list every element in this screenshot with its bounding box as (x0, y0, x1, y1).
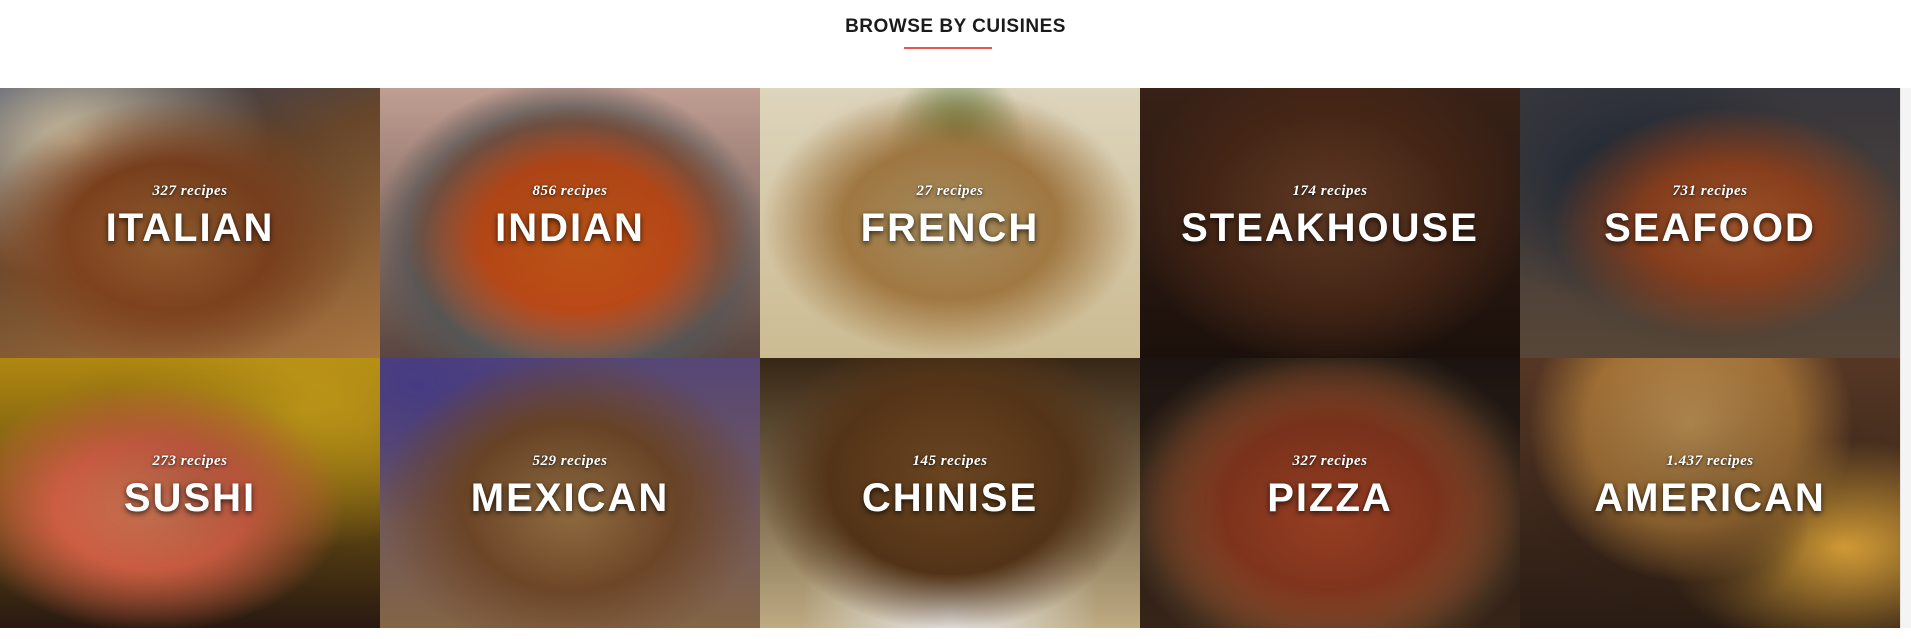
recipe-count: 856 recipes (532, 183, 608, 199)
cuisine-name: ITALIAN (105, 206, 275, 250)
recipe-count: 327 recipes (152, 183, 228, 199)
cuisine-name: CHINISE (861, 476, 1039, 520)
cuisine-tile-mexican[interactable]: 529 recipes MEXICAN (380, 358, 760, 628)
scrollbar-track[interactable] (1900, 88, 1911, 628)
cuisine-tile-chinise[interactable]: 145 recipes CHINISE (760, 358, 1140, 628)
recipe-count: 273 recipes (152, 453, 228, 469)
cuisine-tile-italian[interactable]: 327 recipes ITALIAN (0, 88, 380, 358)
recipe-count: 529 recipes (532, 453, 608, 469)
cuisine-tile-french[interactable]: 27 recipes FRENCH (760, 88, 1140, 358)
cuisine-name: AMERICAN (1594, 476, 1826, 520)
cuisine-grid: 327 recipes ITALIAN 856 recipes INDIAN 2… (0, 88, 1900, 628)
cuisine-tile-steakhouse[interactable]: 174 recipes STEAKHOUSE (1140, 88, 1520, 358)
cuisine-name: MEXICAN (470, 476, 670, 520)
cuisine-tile-pizza[interactable]: 327 recipes PIZZA (1140, 358, 1520, 628)
cuisine-name: STEAKHOUSE (1181, 206, 1479, 250)
cuisine-name: SUSHI (123, 476, 257, 520)
recipe-count: 327 recipes (1292, 453, 1368, 469)
cuisine-name: FRENCH (860, 206, 1040, 250)
cuisine-name: PIZZA (1267, 476, 1393, 520)
cuisine-name: SEAFOOD (1604, 206, 1816, 250)
recipe-count: 731 recipes (1672, 183, 1748, 199)
section-title: BROWSE BY CUISINES (845, 16, 1066, 37)
section-header: BROWSE BY CUISINES (0, 0, 1911, 88)
cuisine-tile-american[interactable]: 1.437 recipes AMERICAN (1520, 358, 1900, 628)
recipe-count: 174 recipes (1292, 183, 1368, 199)
title-underline (904, 47, 992, 49)
recipe-count: 1.437 recipes (1666, 453, 1754, 469)
cuisine-tile-sushi[interactable]: 273 recipes SUSHI (0, 358, 380, 628)
recipe-count: 27 recipes (916, 183, 984, 199)
cuisine-tile-indian[interactable]: 856 recipes INDIAN (380, 88, 760, 358)
cuisine-tile-seafood[interactable]: 731 recipes SEAFOOD (1520, 88, 1900, 358)
recipe-count: 145 recipes (912, 453, 988, 469)
cuisine-name: INDIAN (495, 206, 645, 250)
